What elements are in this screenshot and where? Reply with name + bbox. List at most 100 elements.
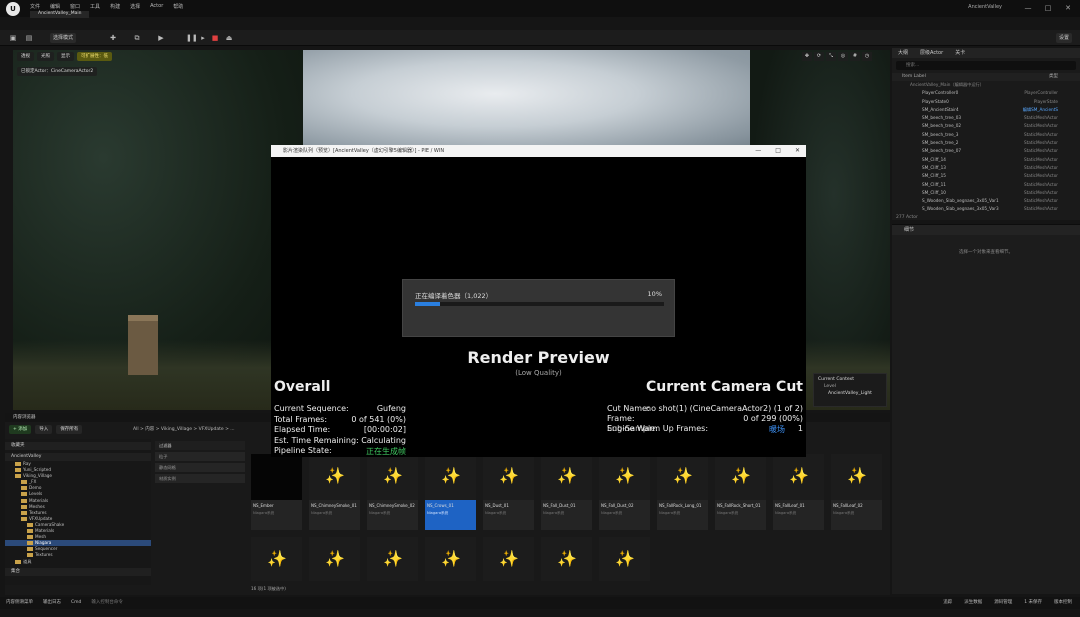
asset-tile[interactable]: ✨ NS_Ember Niagara系统 bbox=[251, 454, 302, 530]
dialog-minimize-icon[interactable]: — bbox=[755, 145, 761, 157]
column-type[interactable]: 类型 bbox=[1049, 73, 1058, 81]
viewport-chip[interactable]: 光照 bbox=[37, 52, 54, 61]
pilot-camera-chip[interactable]: 已锁定Actor：CineCameraActor2 bbox=[17, 67, 98, 76]
asset-tile[interactable]: ✨ bbox=[367, 537, 418, 581]
filter-item[interactable]: 粒子 bbox=[155, 452, 245, 461]
save-all-button[interactable]: 保存所有 bbox=[56, 425, 83, 434]
status-left-item[interactable]: Cmd bbox=[71, 597, 81, 609]
settings-button[interactable]: 设置 bbox=[1055, 33, 1072, 43]
menu-item[interactable]: 构建 bbox=[110, 3, 120, 10]
favorites-header[interactable]: 收藏夹 bbox=[5, 442, 151, 450]
level-value[interactable]: AncientValley_Light bbox=[814, 389, 886, 396]
viewport-chip[interactable]: 可扩展性：低 bbox=[77, 52, 112, 61]
add-actor-icon[interactable]: ✚ bbox=[108, 33, 118, 43]
asset-tile[interactable]: ✨ NS_FallRock_Long_01 Niagara系统 bbox=[657, 454, 708, 530]
level-tab[interactable]: AncientValley_Main bbox=[30, 11, 90, 18]
asset-tile[interactable]: ✨ NS_FallRock_Short_01 Niagara系统 bbox=[715, 454, 766, 530]
snap-icon[interactable]: # bbox=[850, 52, 860, 61]
column-item-label[interactable]: Item Label bbox=[902, 73, 926, 81]
minimize-icon[interactable]: — bbox=[1022, 2, 1034, 14]
outliner-row[interactable]: SM_Cliff_15 StaticMeshActor bbox=[892, 172, 1080, 180]
filter-item[interactable]: 静态网格 bbox=[155, 463, 245, 472]
outliner-row[interactable]: SM_beech_tree_03 StaticMeshActor bbox=[892, 114, 1080, 122]
status-right-item[interactable]: 版本控制 bbox=[1054, 597, 1072, 609]
folder-item[interactable]: 道具 bbox=[5, 559, 151, 565]
status-right-item[interactable]: 1 未保存 bbox=[1024, 597, 1042, 609]
asset-tile[interactable]: ✨ NS_FallLeaf_02 Niagara系统 bbox=[831, 454, 882, 530]
blueprint-icon[interactable]: ⧉ bbox=[132, 33, 142, 43]
outliner-row[interactable]: SM_beech_tree_2 StaticMeshActor bbox=[892, 139, 1080, 147]
menu-item[interactable]: 选择 bbox=[130, 3, 140, 10]
asset-tile[interactable]: ✨ NS_Dust_01 Niagara系统 bbox=[483, 454, 534, 530]
asset-tile[interactable]: ✨ bbox=[309, 537, 360, 581]
outliner-search-input[interactable]: 搜索... bbox=[896, 61, 1076, 70]
outliner-row[interactable]: S_Wooden_Slab_xegnaes_3x05_Var3 StaticMes… bbox=[892, 205, 1080, 213]
import-button[interactable]: 导入 bbox=[35, 425, 53, 434]
status-left-item[interactable]: 内容侧滑菜单 bbox=[6, 597, 33, 609]
outliner-root-row[interactable]: AncientValley_Main（编辑器中运行） bbox=[892, 81, 1080, 89]
outliner-row[interactable]: SM_AncientStair4 编辑SM_AncientS bbox=[892, 106, 1080, 114]
dialog-maximize-icon[interactable]: □ bbox=[775, 145, 781, 157]
status-right-item[interactable]: 追踪 bbox=[943, 597, 952, 609]
menu-item[interactable]: 帮助 bbox=[173, 3, 183, 10]
asset-tile[interactable]: ✨ NS_FallLeaf_01 Niagara系统 bbox=[773, 454, 824, 530]
menu-item[interactable]: 窗口 bbox=[70, 3, 80, 10]
outliner-row[interactable]: S_Wooden_Slab_xegnaes_3x05_Var1 StaticMes… bbox=[892, 197, 1080, 205]
select-mode-dropdown[interactable]: 选择模式 bbox=[50, 33, 77, 43]
outliner-tab[interactable]: 层级Actor bbox=[920, 48, 943, 58]
outliner-row[interactable]: SM_beech_tree_07 StaticMeshActor bbox=[892, 147, 1080, 155]
world-icon[interactable]: ◎ bbox=[838, 52, 848, 61]
menu-item[interactable]: Actor bbox=[150, 3, 163, 10]
outliner-row[interactable]: SM_Cliff_11 StaticMeshActor bbox=[892, 181, 1080, 189]
asset-tile[interactable]: ✨ bbox=[599, 537, 650, 581]
move-icon[interactable]: ✥ bbox=[802, 52, 812, 61]
status-left-item[interactable]: 输出日志 bbox=[43, 597, 61, 609]
filter-item[interactable]: 材质实例 bbox=[155, 474, 245, 483]
asset-tile[interactable]: ✨ bbox=[251, 537, 302, 581]
menu-item[interactable]: 工具 bbox=[90, 3, 100, 10]
camera-speed-icon[interactable]: ◷ bbox=[862, 52, 872, 61]
outliner-row[interactable]: SM_Cliff_14 StaticMeshActor bbox=[892, 156, 1080, 164]
rotate-icon[interactable]: ⟳ bbox=[814, 52, 824, 61]
breadcrumb[interactable]: All > 内容 > Viking_Village > VFXUpdate > … bbox=[133, 426, 235, 432]
details-tab[interactable]: 细节 bbox=[892, 225, 1080, 235]
outliner-row[interactable]: SM_Cliff_10 StaticMeshActor bbox=[892, 189, 1080, 197]
outliner-row[interactable]: SM_Cliff_13 StaticMeshActor bbox=[892, 164, 1080, 172]
eject-icon[interactable]: ⏏ bbox=[224, 33, 234, 43]
menu-item[interactable]: 文件 bbox=[30, 3, 40, 10]
cinematics-icon[interactable]: ▶ bbox=[156, 33, 166, 43]
asset-tile[interactable]: ✨ NS_Crows_01 Niagara系统 bbox=[425, 454, 476, 530]
maximize-icon[interactable]: □ bbox=[1042, 2, 1054, 14]
viewport-chip[interactable]: 显示 bbox=[57, 52, 74, 61]
add-button[interactable]: + 添加 bbox=[9, 425, 32, 434]
content-icon[interactable]: ▤ bbox=[24, 33, 34, 43]
outliner-row[interactable]: PlayerController0 PlayerController bbox=[892, 89, 1080, 97]
asset-tile[interactable]: ✨ NS_ChimneySmoke_02 Niagara系统 bbox=[367, 454, 418, 530]
close-icon[interactable]: ✕ bbox=[1062, 2, 1074, 14]
asset-tile[interactable]: ✨ bbox=[483, 537, 534, 581]
outliner-row-label: SM_Cliff_11 bbox=[922, 181, 946, 187]
asset-tile[interactable]: ✨ bbox=[541, 537, 592, 581]
outliner-row[interactable]: PlayerState0 PlayerState bbox=[892, 98, 1080, 106]
project-header[interactable]: AncientValley bbox=[5, 453, 151, 461]
outliner-tab[interactable]: 大纲 bbox=[898, 48, 908, 58]
asset-tile[interactable]: ✨ NS_ChimneySmoke_01 Niagara系统 bbox=[309, 454, 360, 530]
dialog-close-icon[interactable]: ✕ bbox=[795, 145, 800, 157]
collections-header[interactable]: 集合 bbox=[5, 567, 151, 576]
asset-tile[interactable]: ✨ NS_Fall_Dust_02 Niagara系统 bbox=[599, 454, 650, 530]
menu-item[interactable]: 编辑 bbox=[50, 3, 60, 10]
status-right-item[interactable]: 派生数据 bbox=[964, 597, 982, 609]
viewport-chip[interactable]: 透视 bbox=[17, 52, 34, 61]
scale-icon[interactable]: ⤡ bbox=[826, 52, 836, 61]
save-icon[interactable]: ▣ bbox=[8, 33, 18, 43]
stop-icon[interactable]: ■ bbox=[210, 33, 220, 43]
outliner-row[interactable]: SM_beech_tree_02 StaticMeshActor bbox=[892, 122, 1080, 130]
asset-tile[interactable]: ✨ bbox=[425, 537, 476, 581]
pause-icon[interactable]: ❚❚ bbox=[186, 33, 198, 43]
skip-icon[interactable]: ▸ bbox=[198, 33, 208, 43]
asset-tile[interactable]: ✨ NS_Fall_Dust_01 Niagara系统 bbox=[541, 454, 592, 530]
status-right-item[interactable]: 源码管理 bbox=[994, 597, 1012, 609]
outliner-row[interactable]: SM_beech_tree_3 StaticMeshActor bbox=[892, 131, 1080, 139]
outliner-tab[interactable]: 关卡 bbox=[955, 48, 965, 58]
console-input[interactable]: 输入控制台命令 bbox=[91, 597, 123, 609]
